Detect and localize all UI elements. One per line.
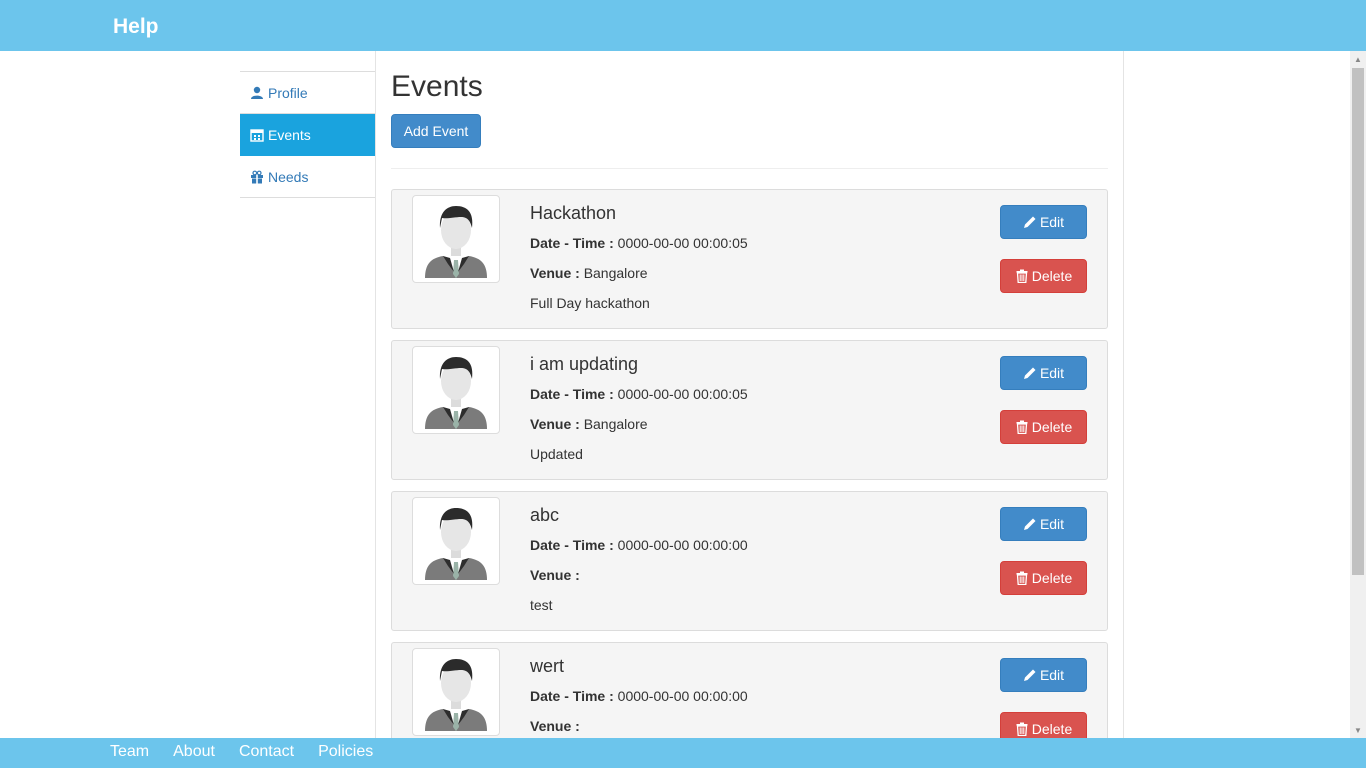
event-title: i am updating	[530, 354, 639, 374]
column-divider	[375, 51, 376, 738]
edit-button[interactable]: Edit	[1000, 507, 1087, 541]
event-card: i am updating Date - Time : 0000-00-00 0…	[391, 340, 1108, 480]
person-avatar-icon	[417, 351, 495, 429]
event-details: wert Date - Time : 0000-00-00 00:00:00 V…	[530, 656, 748, 738]
trash-icon	[1016, 571, 1028, 585]
venue-label: Venue :	[530, 567, 580, 583]
delete-button[interactable]: Delete	[1000, 259, 1087, 293]
datetime-value: 0000-00-00 00:00:05	[617, 386, 748, 402]
scrollbar-thumb[interactable]	[1352, 68, 1364, 575]
calendar-icon	[250, 128, 264, 142]
datetime-label: Date - Time :	[530, 688, 614, 704]
trash-icon	[1016, 722, 1028, 736]
datetime-label: Date - Time :	[530, 537, 614, 553]
sidebar-item-label: Events	[268, 126, 311, 143]
footer: Team About Contact Policies	[0, 738, 1366, 768]
datetime-value: 0000-00-00 00:00:05	[617, 235, 748, 251]
event-description: test	[530, 597, 553, 613]
sidebar: Profile Events Needs	[240, 71, 375, 198]
page-title: Events	[391, 70, 483, 103]
edit-button[interactable]: Edit	[1000, 658, 1087, 692]
footer-links: Team About Contact Policies	[110, 743, 397, 761]
event-description: Full Day hackathon	[530, 295, 650, 311]
event-description: Updated	[530, 446, 583, 462]
event-card: Hackathon Date - Time : 0000-00-00 00:00…	[391, 189, 1108, 329]
column-divider	[1123, 51, 1124, 738]
event-title: wert	[530, 656, 565, 676]
footer-link-policies[interactable]: Policies	[318, 743, 373, 761]
event-title: abc	[530, 505, 560, 525]
person-avatar-icon	[417, 653, 495, 731]
datetime-value: 0000-00-00 00:00:00	[617, 537, 748, 553]
venue-label: Venue :	[530, 718, 580, 734]
pencil-icon	[1023, 518, 1036, 530]
sidebar-item-needs[interactable]: Needs	[240, 156, 375, 198]
edit-button[interactable]: Edit	[1000, 356, 1087, 390]
page-layout: Profile Events Needs Events Add Event Ha…	[0, 51, 1350, 738]
footer-link-contact[interactable]: Contact	[239, 743, 294, 761]
datetime-label: Date - Time :	[530, 386, 614, 402]
sidebar-item-events[interactable]: Events	[240, 114, 375, 156]
user-icon	[250, 86, 264, 100]
event-datetime: Date - Time : 0000-00-00 00:00:05	[530, 384, 748, 414]
avatar	[412, 346, 500, 434]
delete-label: Delete	[1031, 419, 1073, 435]
pencil-icon	[1023, 367, 1036, 379]
delete-label: Delete	[1031, 721, 1073, 737]
edit-label: Edit	[1039, 667, 1065, 683]
datetime-value: 0000-00-00 00:00:00	[617, 688, 748, 704]
venue-value: Bangalore	[583, 265, 648, 281]
event-datetime: Date - Time : 0000-00-00 00:00:00	[530, 686, 748, 716]
venue-label: Venue :	[530, 265, 580, 281]
edit-label: Edit	[1039, 516, 1065, 532]
delete-button[interactable]: Delete	[1000, 561, 1087, 595]
sidebar-item-label: Profile	[268, 84, 308, 101]
event-venue: Venue :	[530, 716, 748, 738]
edit-label: Edit	[1039, 214, 1065, 230]
delete-label: Delete	[1031, 570, 1073, 586]
scroll-up-arrow-icon[interactable]: ▲	[1350, 51, 1366, 67]
delete-button[interactable]: Delete	[1000, 410, 1087, 444]
event-venue: Venue : Bangalore	[530, 263, 748, 293]
scroll-down-arrow-icon[interactable]: ▼	[1350, 722, 1366, 738]
event-details: abc Date - Time : 0000-00-00 00:00:00 Ve…	[530, 505, 748, 625]
event-card: wert Date - Time : 0000-00-00 00:00:00 V…	[391, 642, 1108, 738]
trash-icon	[1016, 420, 1028, 434]
brand-link[interactable]: Help	[113, 15, 159, 39]
pencil-icon	[1023, 669, 1036, 681]
datetime-label: Date - Time :	[530, 235, 614, 251]
pencil-icon	[1023, 216, 1036, 228]
divider	[391, 168, 1108, 169]
avatar	[412, 648, 500, 736]
event-venue: Venue :	[530, 565, 748, 595]
event-card: abc Date - Time : 0000-00-00 00:00:00 Ve…	[391, 491, 1108, 631]
footer-link-team[interactable]: Team	[110, 743, 149, 761]
event-title: Hackathon	[530, 203, 617, 223]
event-details: Hackathon Date - Time : 0000-00-00 00:00…	[530, 203, 748, 323]
edit-label: Edit	[1039, 365, 1065, 381]
event-venue: Venue : Bangalore	[530, 414, 748, 444]
vertical-scrollbar[interactable]: ▲ ▼	[1350, 51, 1366, 738]
event-details: i am updating Date - Time : 0000-00-00 0…	[530, 354, 748, 474]
event-datetime: Date - Time : 0000-00-00 00:00:05	[530, 233, 748, 263]
trash-icon	[1016, 269, 1028, 283]
delete-label: Delete	[1031, 268, 1073, 284]
person-avatar-icon	[417, 502, 495, 580]
venue-value: Bangalore	[583, 416, 648, 432]
gift-icon	[250, 170, 264, 184]
delete-button[interactable]: Delete	[1000, 712, 1087, 738]
person-avatar-icon	[417, 200, 495, 278]
event-list: Hackathon Date - Time : 0000-00-00 00:00…	[391, 189, 1108, 738]
avatar	[412, 497, 500, 585]
edit-button[interactable]: Edit	[1000, 205, 1087, 239]
event-datetime: Date - Time : 0000-00-00 00:00:00	[530, 535, 748, 565]
sidebar-item-profile[interactable]: Profile	[240, 72, 375, 114]
footer-link-about[interactable]: About	[173, 743, 215, 761]
venue-label: Venue :	[530, 416, 580, 432]
avatar	[412, 195, 500, 283]
top-navbar: Help	[0, 0, 1366, 51]
add-event-button[interactable]: Add Event	[391, 114, 481, 148]
sidebar-item-label: Needs	[268, 168, 309, 185]
